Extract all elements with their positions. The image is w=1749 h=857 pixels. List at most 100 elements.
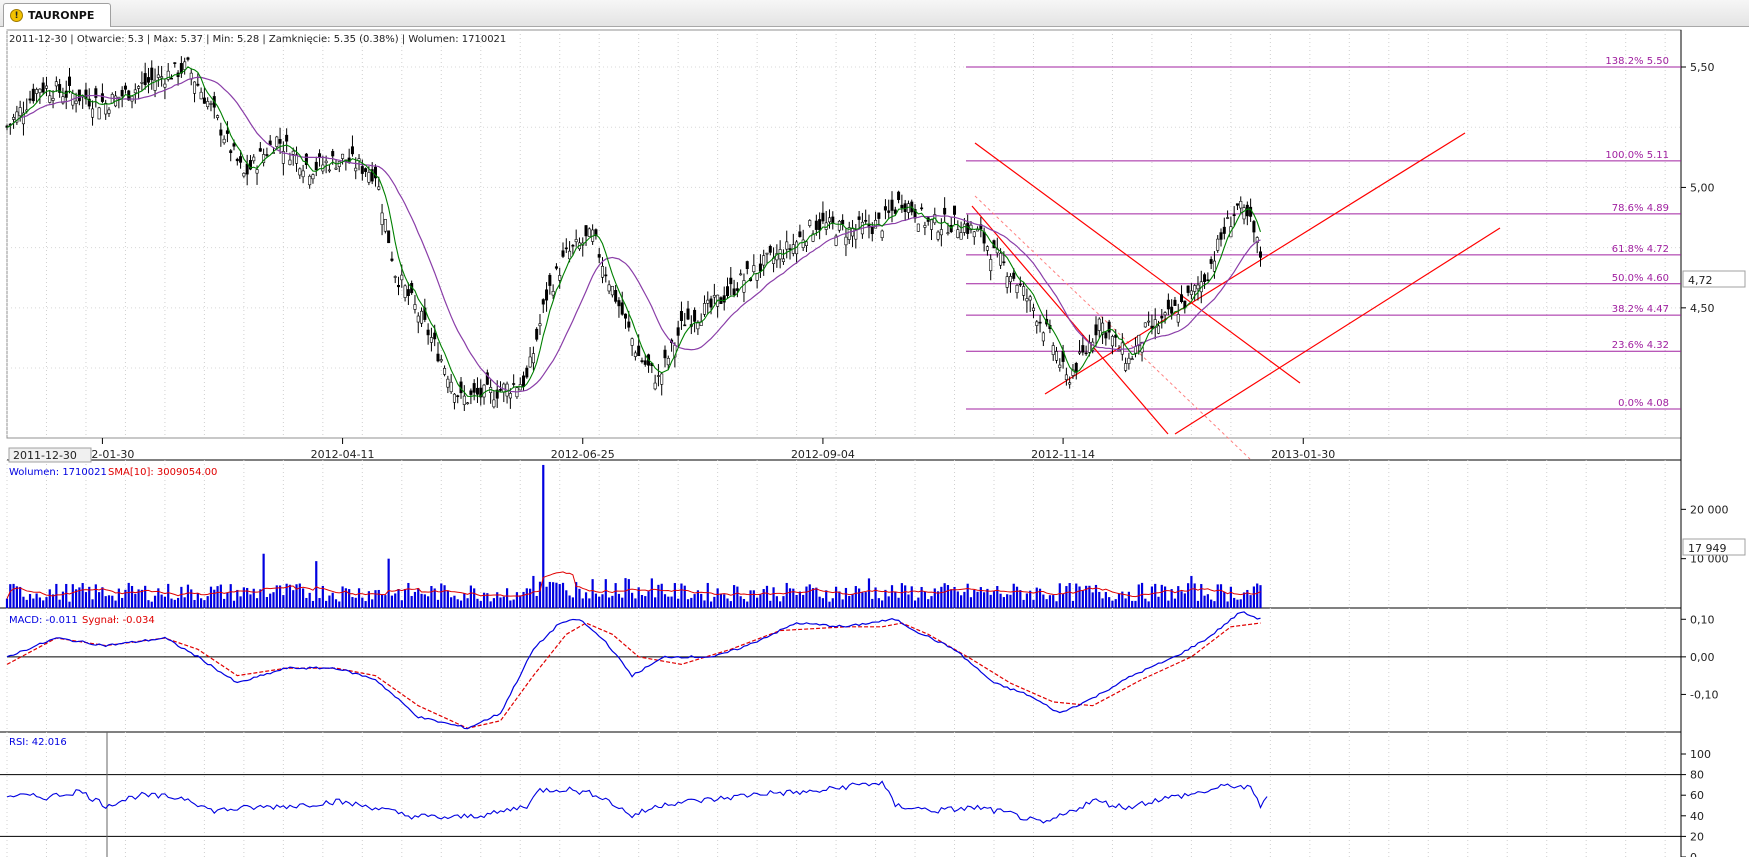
volume-bar bbox=[144, 585, 147, 608]
volume-bar bbox=[94, 584, 97, 608]
volume-bar bbox=[463, 593, 466, 608]
candle-body bbox=[587, 228, 591, 237]
candle-body bbox=[663, 349, 667, 359]
volume-bar bbox=[377, 589, 380, 608]
tab-tauronpe[interactable]: ! TAURONPE bbox=[3, 3, 111, 27]
volume-bar bbox=[28, 594, 32, 608]
volume-bar bbox=[403, 588, 407, 608]
candle-body bbox=[630, 338, 634, 346]
candle-body bbox=[831, 216, 835, 224]
candle-body bbox=[679, 310, 683, 321]
volume-bar bbox=[492, 598, 496, 608]
volume-bar bbox=[558, 584, 561, 608]
candle-body bbox=[64, 90, 68, 98]
volume-bar bbox=[183, 597, 186, 608]
volume-bar bbox=[992, 590, 996, 608]
candle-body bbox=[429, 337, 433, 343]
volume-bar bbox=[308, 592, 311, 608]
volume-label: Wolumen: 1710021 bbox=[9, 467, 107, 478]
candle-body bbox=[561, 250, 565, 257]
volume-bar bbox=[9, 584, 12, 608]
candle-body bbox=[607, 284, 611, 292]
candle-body bbox=[206, 101, 210, 108]
volume-bar bbox=[749, 590, 752, 608]
volume-bar bbox=[887, 596, 890, 608]
volume-bar bbox=[282, 595, 285, 608]
candle-body bbox=[531, 353, 535, 364]
volume-bar bbox=[588, 598, 591, 608]
candle-body bbox=[1226, 217, 1230, 219]
volume-bar bbox=[1160, 584, 1163, 608]
candle-body bbox=[916, 223, 920, 232]
volume-bar bbox=[1052, 595, 1055, 608]
volume-bar bbox=[1045, 599, 1048, 608]
volume-bar bbox=[690, 597, 693, 608]
candlestick-series bbox=[5, 56, 1262, 412]
volume-bar bbox=[785, 582, 788, 608]
volume-bar bbox=[305, 597, 308, 608]
candle-body bbox=[1222, 226, 1226, 234]
fib-level-label: 50.0% 4.60 bbox=[1612, 273, 1669, 284]
volume-bar bbox=[453, 595, 456, 608]
macd-label: MACD: -0.011 bbox=[9, 615, 78, 626]
candle-body bbox=[851, 228, 855, 237]
volume-bar bbox=[153, 595, 157, 608]
volume-bar bbox=[68, 601, 71, 608]
volume-bar bbox=[818, 596, 821, 608]
volume-bar bbox=[834, 586, 838, 608]
macd-tick-label: 0,10 bbox=[1690, 613, 1715, 626]
date-tick-label: 2012-04-11 bbox=[311, 448, 375, 461]
volume-bar bbox=[1078, 586, 1081, 608]
candle-body bbox=[758, 263, 762, 272]
candle-body bbox=[367, 172, 371, 183]
candle-body bbox=[972, 231, 976, 238]
candle-body bbox=[943, 207, 947, 215]
volume-bar bbox=[509, 600, 512, 608]
volume-bar bbox=[193, 599, 196, 608]
candle-body bbox=[462, 395, 466, 405]
volume-bar bbox=[311, 600, 315, 608]
candle-body bbox=[604, 274, 608, 277]
volume-bar bbox=[163, 596, 167, 608]
volume-bar bbox=[522, 591, 525, 608]
candle-body bbox=[1002, 261, 1006, 264]
candle-body bbox=[439, 359, 443, 362]
candle-body bbox=[953, 205, 957, 215]
candle-body bbox=[742, 280, 746, 293]
volume-bar bbox=[196, 592, 199, 608]
candle-body bbox=[528, 356, 532, 368]
volume-bar bbox=[969, 597, 973, 608]
chart-area[interactable]: 138.2% 5.50 100.0% 5.11 78.6% 4.89 61.8% 4.… bbox=[0, 28, 1749, 857]
candle-body bbox=[239, 156, 243, 163]
candle-body bbox=[314, 161, 318, 171]
volume-bar bbox=[200, 598, 203, 608]
candle-body bbox=[469, 390, 473, 395]
volume-bar bbox=[884, 589, 887, 608]
volume-bar bbox=[292, 590, 295, 608]
candle-body bbox=[706, 299, 710, 304]
volume-bar bbox=[976, 591, 979, 608]
candle-body bbox=[1018, 283, 1022, 286]
cursor-price: 4,72 bbox=[1688, 274, 1713, 287]
candle-body bbox=[525, 367, 529, 378]
fib-level-label: 0.0% 4.08 bbox=[1618, 398, 1669, 409]
volume-bar bbox=[430, 586, 433, 608]
volume-bar bbox=[361, 597, 364, 608]
candle-body bbox=[291, 150, 295, 155]
candle-body bbox=[436, 353, 440, 362]
candle-body bbox=[841, 219, 845, 225]
volume-bar bbox=[1239, 599, 1242, 608]
candle-body bbox=[232, 143, 236, 147]
volume-bar bbox=[232, 600, 236, 608]
volume-bar bbox=[117, 588, 120, 608]
volume-bar bbox=[1173, 598, 1177, 608]
volume-bar bbox=[456, 599, 459, 608]
volume-bar bbox=[1009, 594, 1012, 608]
candle-body bbox=[1157, 325, 1161, 334]
volume-bar bbox=[249, 594, 252, 608]
candle-body bbox=[390, 258, 394, 261]
candle-body bbox=[640, 360, 644, 362]
volume-bar bbox=[275, 585, 278, 608]
volume-bar bbox=[1071, 600, 1075, 608]
volume-bar bbox=[802, 594, 805, 608]
